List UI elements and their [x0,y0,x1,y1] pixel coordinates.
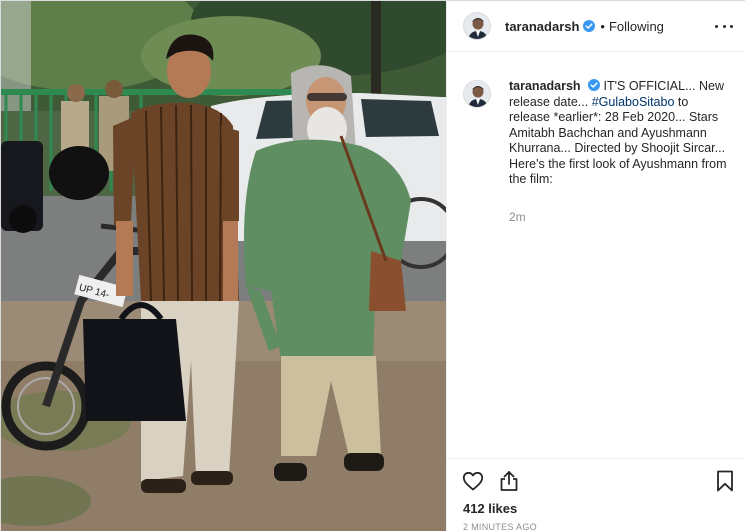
author-avatar[interactable] [463,12,491,40]
post-header: taranadarsh • Following [447,1,745,52]
hashtag-link[interactable]: #GulaboSitabo [592,95,675,109]
caption-comment: taranadarsh IT'S OFFICIAL... New release… [447,67,745,225]
like-count[interactable]: 412 likes [463,501,517,516]
author-username[interactable]: taranadarsh [505,19,579,34]
caption-text: taranadarsh IT'S OFFICIAL... New release… [509,79,731,225]
avatar-portrait-icon [464,13,490,39]
more-dot [722,24,726,28]
header-separator: • [600,18,605,34]
heart-icon[interactable] [461,469,485,493]
bookmark-icon[interactable] [713,469,737,493]
avatar-portrait-icon [464,81,490,107]
post-photo[interactable]: UP 14- [1,1,446,531]
more-options-icon[interactable] [715,19,733,33]
verified-badge-icon [583,20,596,32]
more-dot [715,24,718,28]
caption-author-avatar[interactable] [463,80,491,108]
more-dot [730,24,733,28]
posted-time: 2 MINUTES AGO [463,522,537,531]
post-actions: 412 likes 2 MINUTES AGO [447,458,745,531]
verified-badge-icon [588,79,601,91]
caption-timestamp: 2m [509,209,526,224]
caption-username[interactable]: taranadarsh [509,79,581,93]
share-icon[interactable] [497,469,521,493]
photo-scene: UP 14- [1,1,446,531]
instagram-post: UP 14- taranadarsh • Following taranadar… [0,0,745,531]
post-side-panel: taranadarsh • Following taranadarsh IT'S… [446,1,745,531]
follow-status-button[interactable]: Following [609,19,664,34]
